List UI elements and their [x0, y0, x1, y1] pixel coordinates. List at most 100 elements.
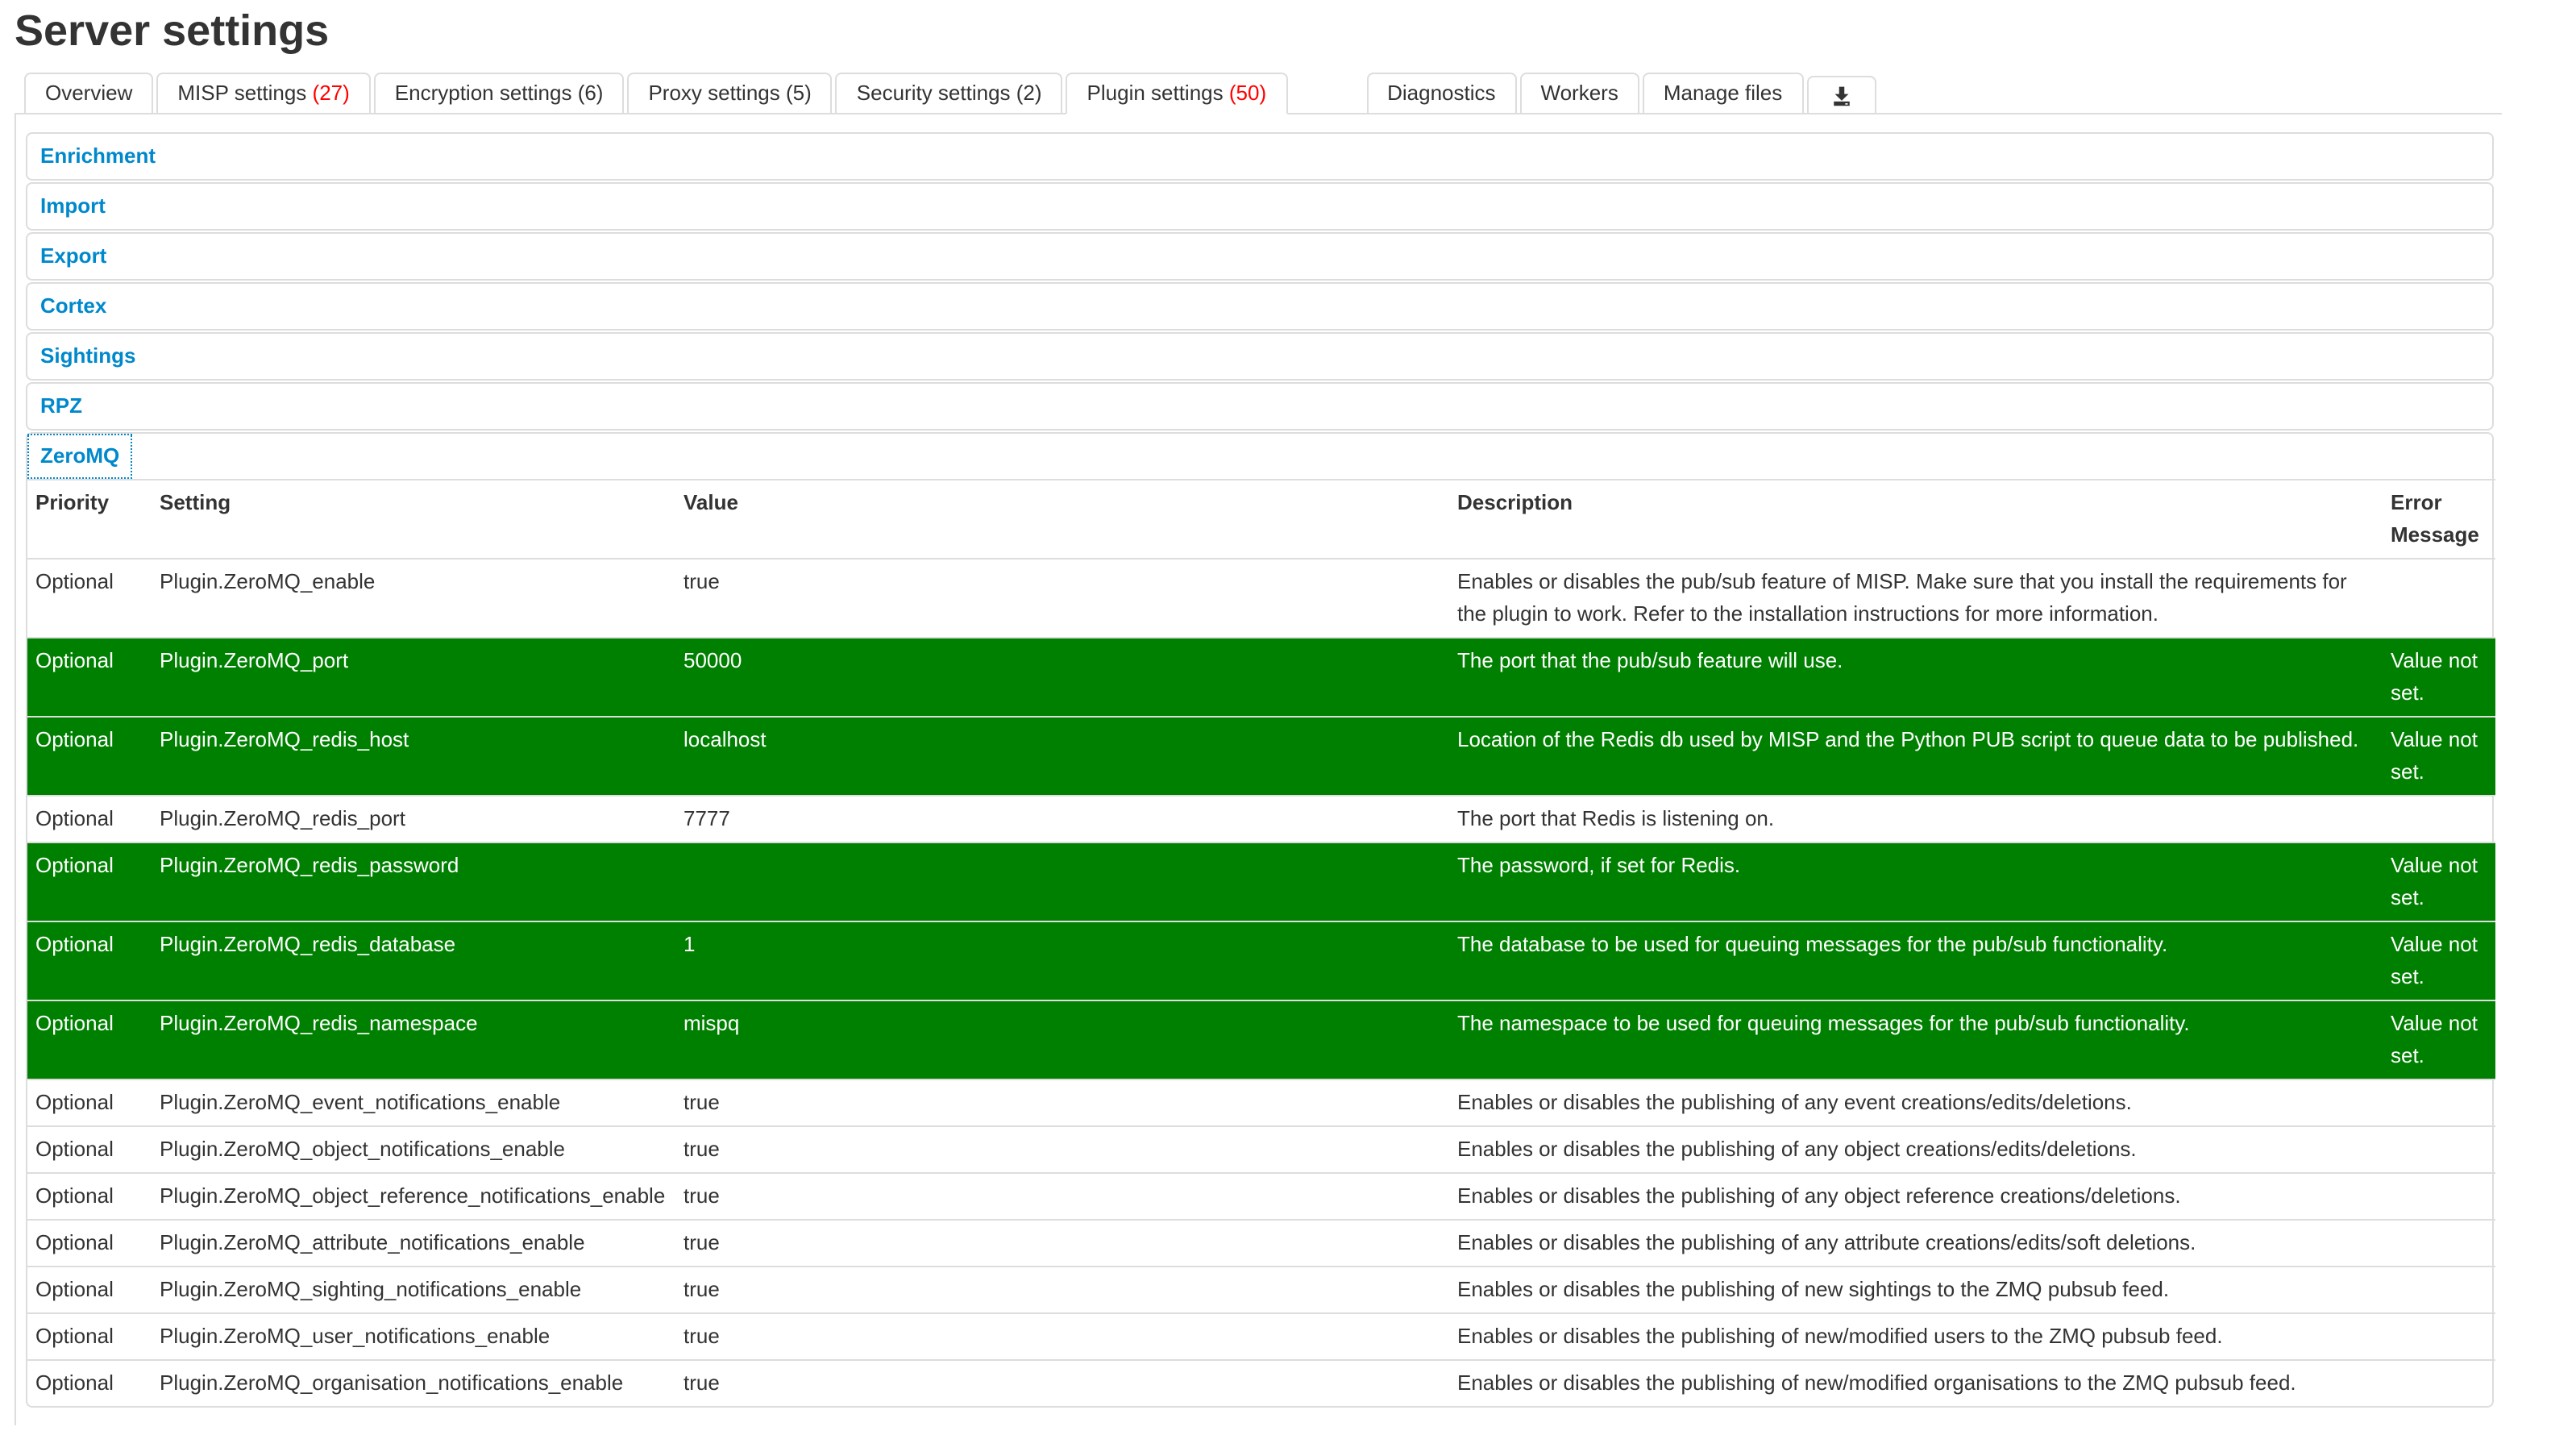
cell-description: The password, if set for Redis.	[1449, 842, 2383, 921]
tab-label: Overview	[45, 79, 132, 108]
cell-error: Value not set.	[2383, 921, 2495, 1000]
cell-error	[2383, 1126, 2495, 1173]
cell-value[interactable]: mispq	[675, 1000, 1449, 1079]
cell-description: Enables or disables the publishing of ne…	[1449, 1267, 2383, 1313]
tab-count-badge: (5)	[780, 79, 812, 108]
setting-row-plugin-zeromq-redis-host: OptionalPlugin.ZeroMQ_redis_hostlocalhos…	[27, 717, 2495, 796]
cell-priority: Optional	[27, 921, 152, 1000]
accordion-section-zeromq[interactable]: ZeroMQ	[27, 434, 132, 479]
cell-setting: Plugin.ZeroMQ_redis_host	[152, 717, 675, 796]
cell-priority: Optional	[27, 1173, 152, 1220]
col-header-priority: Priority	[27, 480, 152, 559]
cell-description: The port that the pub/sub feature will u…	[1449, 638, 2383, 717]
tab-label: Proxy settings	[648, 79, 779, 108]
tab-security-settings[interactable]: Security settings (2)	[836, 73, 1063, 114]
cell-value[interactable]: 7777	[675, 796, 1449, 842]
cell-value[interactable]: localhost	[675, 717, 1449, 796]
tab-workers[interactable]: Workers	[1520, 73, 1639, 114]
accordion-section-rpz[interactable]: RPZ	[27, 384, 131, 429]
tab-diagnostics[interactable]: Diagnostics	[1366, 73, 1516, 114]
setting-row-plugin-zeromq-user-notifications-enable: OptionalPlugin.ZeroMQ_user_notifications…	[27, 1313, 2495, 1360]
accordion-group-enrichment: Enrichment	[26, 132, 2494, 181]
tab-label: Workers	[1541, 79, 1618, 108]
page-title: Server settings	[15, 5, 2502, 56]
tab-label: Security settings	[857, 79, 1011, 108]
tab-count-badge: (6)	[571, 79, 603, 108]
cell-value[interactable]: true	[675, 1173, 1449, 1220]
cell-value[interactable]: true	[675, 559, 1449, 638]
cell-priority: Optional	[27, 717, 152, 796]
cell-value[interactable]	[675, 842, 1449, 921]
cell-error	[2383, 1079, 2495, 1126]
tab-misp-settings[interactable]: MISP settings (27)	[156, 73, 370, 114]
col-header-value: Value	[675, 480, 1449, 559]
setting-row-plugin-zeromq-port: OptionalPlugin.ZeroMQ_port50000The port …	[27, 638, 2495, 717]
accordion-group-rpz: RPZ	[26, 382, 2494, 430]
setting-row-plugin-zeromq-redis-namespace: OptionalPlugin.ZeroMQ_redis_namespacemis…	[27, 1000, 2495, 1079]
tab-overview[interactable]: Overview	[24, 73, 153, 114]
accordion-section-cortex[interactable]: Cortex	[27, 284, 131, 329]
setting-row-plugin-zeromq-enable: OptionalPlugin.ZeroMQ_enabletrueEnables …	[27, 559, 2495, 638]
cell-setting: Plugin.ZeroMQ_redis_namespace	[152, 1000, 675, 1079]
accordion-group-cortex: Cortex	[26, 282, 2494, 331]
setting-row-plugin-zeromq-redis-database: OptionalPlugin.ZeroMQ_redis_database1The…	[27, 921, 2495, 1000]
accordion-group-zeromq: ZeroMQPrioritySettingValueDescriptionErr…	[26, 432, 2494, 1408]
cell-setting: Plugin.ZeroMQ_port	[152, 638, 675, 717]
tab-label: Manage files	[1664, 79, 1782, 108]
tab-label: MISP settings	[177, 79, 306, 108]
cell-value[interactable]: true	[675, 1220, 1449, 1267]
col-header-description: Description	[1449, 480, 2383, 559]
accordion-heading-zeromq: ZeroMQ	[27, 434, 2492, 479]
cell-error	[2383, 796, 2495, 842]
cell-priority: Optional	[27, 1079, 152, 1126]
cell-error: Value not set.	[2383, 717, 2495, 796]
accordion-section-export[interactable]: Export	[27, 234, 131, 279]
cell-priority: Optional	[27, 1220, 152, 1267]
cell-priority: Optional	[27, 1126, 152, 1173]
table-header-row: PrioritySettingValueDescriptionError Mes…	[27, 480, 2495, 559]
cell-description: The database to be used for queuing mess…	[1449, 921, 2383, 1000]
cell-priority: Optional	[27, 1267, 152, 1313]
accordion-section-import[interactable]: Import	[27, 184, 131, 229]
cell-description: Enables or disables the pub/sub feature …	[1449, 559, 2383, 638]
tab-download-button[interactable]	[1806, 76, 1876, 114]
cell-priority: Optional	[27, 796, 152, 842]
accordion-group-export: Export	[26, 232, 2494, 281]
cell-value[interactable]: true	[675, 1267, 1449, 1313]
setting-row-plugin-zeromq-object-reference-notifications-enable: OptionalPlugin.ZeroMQ_object_reference_n…	[27, 1173, 2495, 1220]
cell-setting: Plugin.ZeroMQ_sighting_notifications_ena…	[152, 1267, 675, 1313]
accordion-section-sightings[interactable]: Sightings	[27, 334, 148, 379]
download-icon	[1830, 85, 1851, 106]
accordion-heading-cortex: Cortex	[27, 284, 2492, 329]
cell-value[interactable]: true	[675, 1126, 1449, 1173]
cell-value[interactable]: 1	[675, 921, 1449, 1000]
tab-count-badge: (50)	[1224, 79, 1266, 108]
tab-manage-files[interactable]: Manage files	[1643, 73, 1803, 114]
cell-description: The namespace to be used for queuing mes…	[1449, 1000, 2383, 1079]
cell-value[interactable]: true	[675, 1079, 1449, 1126]
accordion-group-import: Import	[26, 182, 2494, 231]
cell-priority: Optional	[27, 1360, 152, 1406]
cell-value[interactable]: true	[675, 1313, 1449, 1360]
cell-description: Enables or disables the publishing of ne…	[1449, 1360, 2383, 1406]
cell-value[interactable]: 50000	[675, 638, 1449, 717]
cell-priority: Optional	[27, 842, 152, 921]
cell-setting: Plugin.ZeroMQ_user_notifications_enable	[152, 1313, 675, 1360]
cell-priority: Optional	[27, 1000, 152, 1079]
col-header-setting: Setting	[152, 480, 675, 559]
tab-count-badge: (27)	[306, 79, 349, 108]
tab-proxy-settings[interactable]: Proxy settings (5)	[627, 73, 832, 114]
cell-value[interactable]: true	[675, 1360, 1449, 1406]
accordion-section-enrichment[interactable]: Enrichment	[27, 134, 168, 179]
accordion-heading-sightings: Sightings	[27, 334, 2492, 379]
cell-setting: Plugin.ZeroMQ_attribute_notifications_en…	[152, 1220, 675, 1267]
cell-error: Value not set.	[2383, 842, 2495, 921]
cell-error	[2383, 1313, 2495, 1360]
cell-setting: Plugin.ZeroMQ_organisation_notifications…	[152, 1360, 675, 1406]
cell-error	[2383, 1220, 2495, 1267]
tab-encryption-settings[interactable]: Encryption settings (6)	[374, 73, 625, 114]
setting-row-plugin-zeromq-event-notifications-enable: OptionalPlugin.ZeroMQ_event_notification…	[27, 1079, 2495, 1126]
tab-plugin-settings[interactable]: Plugin settings (50)	[1066, 73, 1288, 114]
cell-description: Enables or disables the publishing of ne…	[1449, 1313, 2383, 1360]
cell-description: Enables or disables the publishing of an…	[1449, 1173, 2383, 1220]
